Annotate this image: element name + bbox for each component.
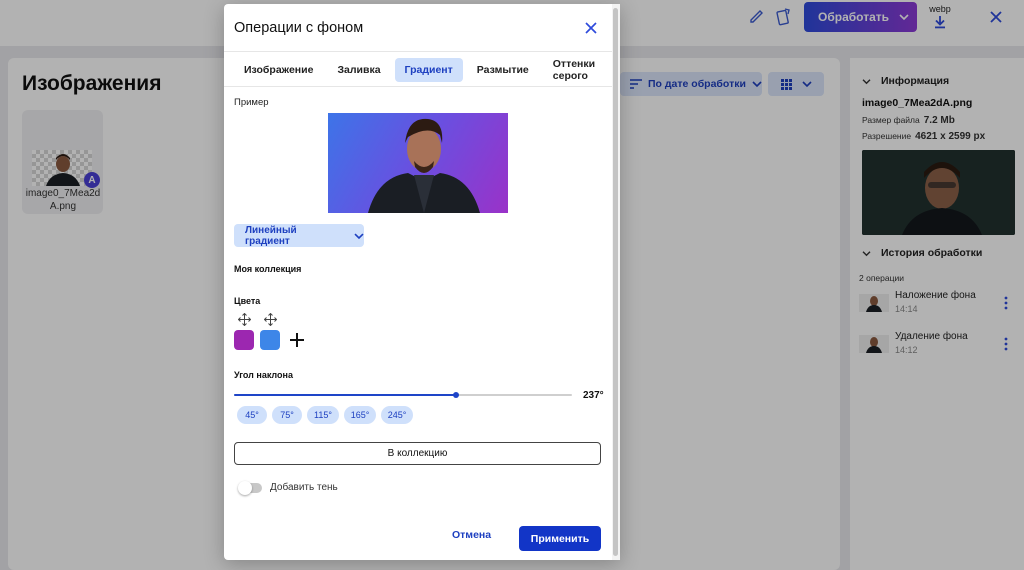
tab-grayscale[interactable]: Оттенки серого [543,58,620,82]
move-icon[interactable] [264,313,277,326]
color-swatch-purple[interactable] [234,330,254,350]
angle-presets: 45° 75° 115° 165° 245° [237,406,413,424]
angle-value: 237° [583,390,604,401]
divider [224,51,612,52]
angle-preset-chip[interactable]: 75° [272,406,302,424]
tab-blur[interactable]: Размытие [467,58,539,82]
close-icon[interactable] [585,22,597,34]
scrollbar-thumb[interactable] [613,8,618,556]
gradient-type-label: Линейный градиент [245,224,297,247]
colors-label: Цвета [234,296,261,306]
angle-preset-chip[interactable]: 165° [344,406,376,424]
gradient-type-dropdown[interactable]: Линейный градиент [234,224,364,247]
angle-slider-handle[interactable] [453,392,460,398]
angle-preset-chip[interactable]: 115° [307,406,339,424]
tab-bar: Изображение Заливка Градиент Размытие От… [234,58,620,82]
cancel-button[interactable]: Отмена [452,529,491,541]
toggle-knob [238,481,252,495]
shadow-label: Добавить тень [270,482,338,493]
tab-gradient[interactable]: Градиент [394,58,463,82]
angle-preset-chip[interactable]: 45° [237,406,267,424]
chevron-down-icon [354,232,364,239]
angle-preset-chip[interactable]: 245° [381,406,413,424]
tab-image[interactable]: Изображение [234,58,323,82]
move-icon[interactable] [238,313,251,326]
angle-slider[interactable] [234,392,572,398]
plus-icon[interactable] [290,333,304,347]
color-swatch-blue[interactable] [260,330,280,350]
angle-label: Угол наклона [234,370,293,380]
tab-fill[interactable]: Заливка [327,58,390,82]
dialog-title: Операции с фоном [234,20,364,36]
shadow-toggle[interactable] [238,481,262,495]
background-operations-dialog: Операции с фоном Изображение Заливка Гра… [224,4,620,560]
gradient-preview [328,113,508,213]
angle-slider-fill [234,394,457,396]
collection-label: Моя коллекция [234,264,302,274]
example-label: Пример [234,97,269,108]
divider [224,86,612,87]
add-to-collection-button[interactable]: В коллекцию [234,442,601,465]
apply-button[interactable]: Применить [519,526,601,551]
